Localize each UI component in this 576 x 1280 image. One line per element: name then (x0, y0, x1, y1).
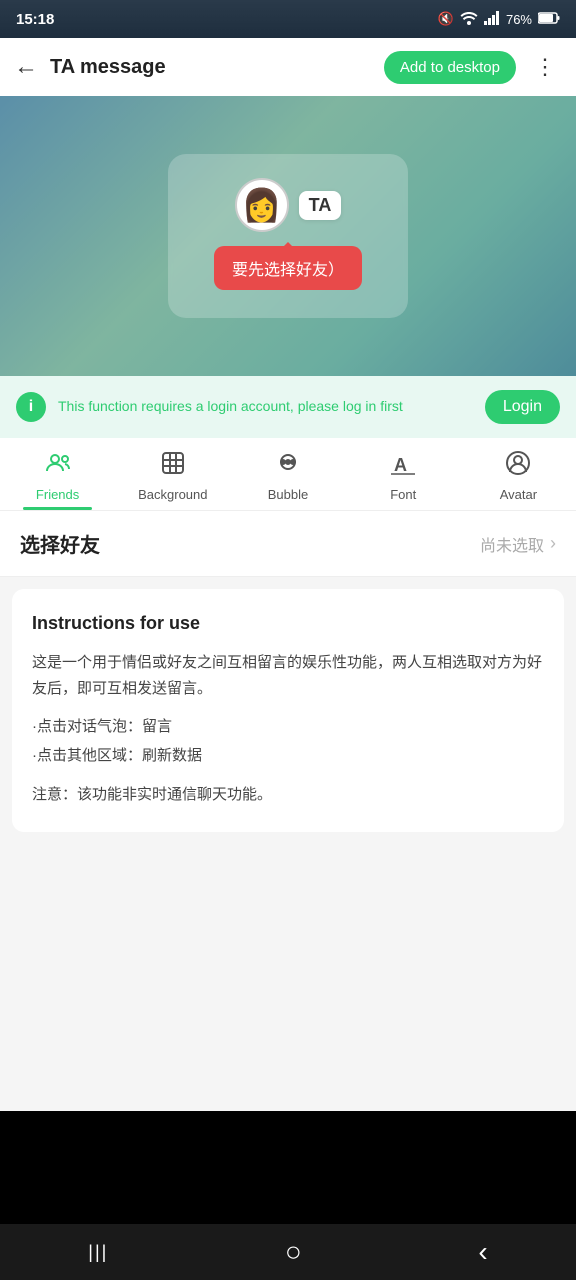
bubble-icon (275, 450, 301, 483)
friends-icon (45, 450, 71, 483)
instructions-detail1: ·点击对话气泡：留言 (32, 718, 172, 735)
tab-font-label: Font (390, 487, 416, 502)
login-notice-text: This function requires a login account, … (58, 397, 473, 417)
wifi-icon (460, 11, 478, 28)
preview-area: 👩 TA 要先选择好友） (0, 96, 576, 376)
chat-bubble[interactable]: 要先选择好友） (214, 246, 362, 290)
recent-apps-button[interactable]: ||| (68, 1234, 128, 1271)
instructions-note: 注意：该功能非实时通信聊天功能。 (32, 782, 544, 808)
signal-icon (484, 11, 500, 28)
instructions-paragraph1: 这是一个用于情侣或好友之间互相留言的娱乐性功能，两人互相选取对方为好友后，即可互… (32, 650, 544, 701)
tab-bubble[interactable]: Bubble (230, 438, 345, 510)
main-content: 选择好友 尚未选取 › Instructions for use 这是一个用于情… (0, 511, 576, 1111)
page-title: TA message (50, 56, 372, 79)
tab-friends-label: Friends (36, 487, 79, 502)
chat-preview-card: 👩 TA 要先选择好友） (168, 154, 408, 318)
select-friend-right: 尚未选取 › (480, 532, 556, 556)
avatar-emoji: 👩 (242, 186, 282, 224)
battery-level: 76% (506, 12, 532, 27)
login-notice: i This function requires a login account… (0, 376, 576, 438)
status-icons: 🔇 76% (438, 11, 560, 28)
tab-friends[interactable]: Friends (0, 438, 115, 510)
tab-avatar-label: Avatar (500, 487, 537, 502)
home-button[interactable]: ○ (265, 1228, 322, 1276)
header: ← TA message Add to desktop ⋮ (0, 38, 576, 96)
tab-font[interactable]: A Font (346, 438, 461, 510)
mute-icon: 🔇 (438, 11, 454, 27)
chevron-right-icon: › (550, 533, 556, 554)
tab-background-label: Background (138, 487, 207, 502)
font-icon: A (390, 450, 416, 483)
back-button[interactable]: ← (14, 53, 38, 81)
add-to-desktop-button[interactable]: Add to desktop (384, 51, 516, 84)
instructions-detail2: ·点击其他区域：刷新数据 (32, 747, 202, 764)
ta-badge: TA (299, 191, 342, 220)
tab-bar: Friends Background Bubble (0, 438, 576, 511)
back-nav-button[interactable]: ‹ (458, 1228, 507, 1276)
status-time: 15:18 (16, 11, 54, 28)
select-friend-row[interactable]: 选择好友 尚未选取 › (0, 511, 576, 577)
avatar-icon (505, 450, 531, 483)
instructions-detail: ·点击对话气泡：留言 ·点击其他区域：刷新数据 (32, 713, 544, 770)
status-bar: 15:18 🔇 76% (0, 0, 576, 38)
login-button[interactable]: Login (485, 390, 560, 424)
instructions-title: Instructions for use (32, 613, 544, 634)
battery-icon (538, 12, 560, 27)
tab-avatar[interactable]: Avatar (461, 438, 576, 510)
bottom-nav: ||| ○ ‹ (0, 1224, 576, 1280)
instructions-card: Instructions for use 这是一个用于情侣或好友之间互相留言的娱… (12, 589, 564, 832)
tab-bubble-label: Bubble (268, 487, 308, 502)
more-options-button[interactable]: ⋮ (528, 54, 562, 80)
select-friend-label: 选择好友 (20, 529, 100, 558)
avatar-row: 👩 TA (235, 178, 342, 232)
svg-text:A: A (394, 455, 407, 475)
info-icon: i (16, 392, 46, 422)
avatar: 👩 (235, 178, 289, 232)
background-icon (160, 450, 186, 483)
select-friend-placeholder: 尚未选取 (480, 532, 544, 556)
tab-background[interactable]: Background (115, 438, 230, 510)
